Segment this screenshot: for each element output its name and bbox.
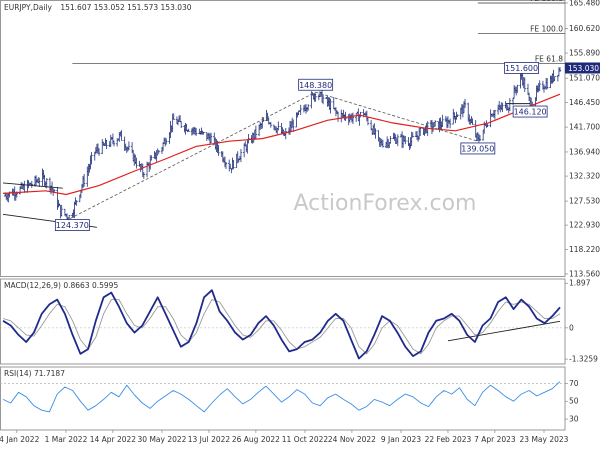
chart-root: ActionForex.com FE 100.0FE 100.0FE 61.81… (0, 0, 600, 450)
price-annotation-label: 148.380 (299, 81, 332, 90)
date-tick-label: 7 Apr 2023 (474, 435, 516, 444)
date-tick-label: 24 Nov 2022 (328, 435, 376, 444)
date-tick-label: 14 Apr 2022 (90, 435, 137, 444)
macd-plot (0, 289, 565, 360)
macd-tick-label: -1.3259 (569, 355, 598, 364)
rsi-tick-label: 30 (569, 415, 579, 424)
price-tick-label: 118.220 (569, 245, 600, 254)
macd-line (2, 289, 561, 360)
price-tick-label: 132.320 (569, 172, 600, 181)
support-line (2, 182, 63, 189)
date-tick-label: 14 Jan 2022 (0, 435, 40, 444)
price-title: EURJPY,Daily 151.607 153.052 151.573 153… (4, 3, 192, 12)
price-annotation-label: 139.050 (461, 144, 494, 153)
rsi-line (2, 381, 561, 413)
macd-title: MACD(12,26,9) 0.8663 0.5995 (4, 281, 118, 290)
price-annotation-label: 151.600 (505, 64, 538, 73)
date-tick-label: 1 Mar 2022 (45, 435, 88, 444)
date-tick-label: 11 Oct 2022 (282, 435, 329, 444)
fib-level-label: FE 100.0 (530, 0, 563, 3)
macd-tick-label: 1.897 (569, 279, 591, 288)
date-tick-label: 9 Jan 2023 (381, 435, 421, 444)
price-tick-label: 113.560 (569, 270, 600, 279)
price-tick-label: 155.890 (569, 49, 600, 58)
symbol-label: EURJPY,Daily (4, 3, 53, 12)
price-tick-label: 146.450 (569, 98, 600, 107)
eurjpy-chart: ActionForex.com FE 100.0FE 100.0FE 61.81… (0, 0, 600, 444)
date-tick-label: 30 May 2022 (138, 435, 187, 444)
price-tick-label: 151.070 (569, 74, 600, 83)
rsi-tick-label: 50 (569, 397, 579, 406)
price-annotation-label: 146.120 (514, 108, 547, 117)
macd-signal-line (2, 299, 561, 355)
price-tick-label: 136.940 (569, 147, 600, 156)
watermark: ActionForex.com (294, 191, 477, 216)
price-tick-label: 165.480 (569, 0, 600, 8)
price-plot: FE 100.0 FE 100.0 FE 61.8 124.370 148.380 139… (2, 0, 565, 231)
date-tick-label: 13 Jul 2022 (188, 435, 231, 444)
date-tick-label: 26 Aug 2022 (232, 435, 280, 444)
fib-level-label: FE 100.0 (530, 25, 563, 34)
macd-tick-label: 0 (569, 323, 574, 332)
rsi-plot (0, 381, 565, 413)
price-tick-label: 127.530 (569, 197, 600, 206)
date-tick-label: 23 May 2023 (520, 435, 569, 444)
date-tick-label: 22 Feb 2023 (425, 435, 472, 444)
last-price-label: 153.030 (568, 64, 599, 73)
price-tick-label: 141.700 (569, 123, 600, 132)
rsi-panel-frame (0, 366, 566, 431)
fib-level-label: FE 61.8 (535, 54, 563, 63)
ohlc-values: 151.607 153.052 151.573 153.030 (60, 3, 191, 12)
price-tick-label: 160.620 (569, 24, 600, 33)
rsi-tick-label: 70 (569, 379, 579, 388)
dashed-trend-line (70, 91, 316, 219)
price-tick-label: 122.930 (569, 221, 600, 230)
rsi-title: RSI(14) 71.7187 (4, 369, 65, 378)
price-annotation-label: 124.370 (56, 221, 89, 230)
